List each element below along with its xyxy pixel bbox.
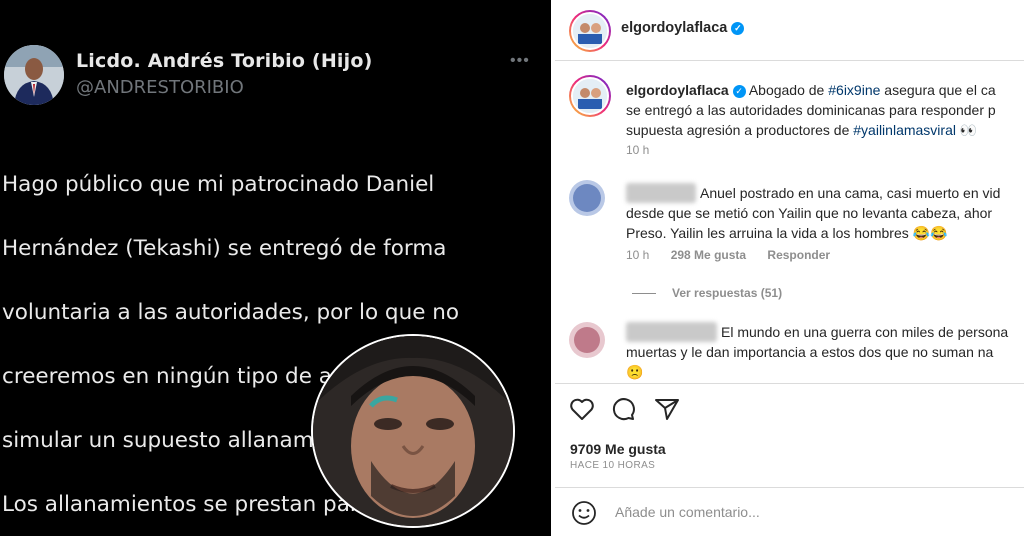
comment-line: Preso. Yailin les arruina la vida a los …: [626, 225, 948, 241]
commenter-avatar[interactable]: [569, 180, 605, 216]
header-divider: [555, 60, 1024, 61]
comment-line: desde que se metió con Yailin que no lev…: [626, 205, 993, 221]
comment-text: xxxxxxxxxxxxxEl mundo en una guerra con …: [626, 322, 1024, 382]
caption-text: se entregó a las autoridades dominicanas…: [626, 102, 996, 118]
caption-text: Abogado de: [748, 82, 825, 98]
tweet-panel: Licdo. Andrés Toribio (Hijo) @ANDRESTORI…: [0, 0, 551, 536]
instagram-post-panel: elgordoylaflaca ✓ elgordoylaflaca ✓ Abogad…: [555, 0, 1024, 536]
caption-text: supuesta agresión a productores de: [626, 122, 850, 138]
like-heart-icon[interactable]: [569, 397, 595, 421]
caption-timestamp[interactable]: 10 h: [626, 143, 649, 157]
hashtag-link[interactable]: #6ix9ine: [828, 82, 880, 98]
comment-timestamp[interactable]: 10 h: [626, 248, 649, 262]
tweet-text-line: Hago público que mi patrocinado Daniel: [2, 172, 435, 197]
comment-meta: 10 h 298 Me gusta Responder: [626, 248, 848, 262]
tweet-text-line: voluntaria a las autoridades, por lo que…: [2, 300, 460, 325]
comment-line: El mundo en una guerra con miles de pers…: [721, 324, 1009, 340]
more-options-icon[interactable]: •••: [510, 52, 530, 70]
commenter-avatar[interactable]: [569, 322, 605, 358]
comment-line: Anuel postrado en una cama, casi muerto …: [700, 185, 1001, 201]
comment-line: 🙁: [626, 364, 644, 380]
caption-username[interactable]: elgordoylaflaca: [626, 82, 729, 98]
post-timestamp: HACE 10 HORAS: [570, 460, 656, 471]
share-send-icon[interactable]: [654, 397, 680, 421]
account-avatar[interactable]: [569, 10, 611, 52]
comment-text: xxxxxxxxxxAnuel postrado en una cama, ca…: [626, 183, 1024, 243]
post-actions: [569, 397, 692, 426]
comment-bubble-icon[interactable]: [611, 397, 637, 421]
verified-badge-icon: ✓: [732, 85, 746, 98]
add-comment-input[interactable]: Añade un comentario...: [615, 504, 760, 520]
view-replies-label[interactable]: Ver respuestas (51): [672, 286, 782, 300]
tweet-author-name[interactable]: Licdo. Andrés Toribio (Hijo): [76, 50, 372, 72]
hashtag-link[interactable]: #yailinlamasviral: [853, 122, 956, 138]
reply-button[interactable]: Responder: [767, 248, 830, 262]
tweet-author-handle[interactable]: @ANDRESTORIBIO: [76, 77, 244, 98]
tweet-author-avatar[interactable]: [4, 45, 64, 105]
comment-likes[interactable]: 298 Me gusta: [671, 248, 746, 262]
post-likes-count[interactable]: 9709 Me gusta: [570, 441, 666, 457]
comment-box-divider: [555, 487, 1024, 488]
caption-emoji: 👀: [959, 122, 978, 138]
comment-line: muertas y le dan importancia a estos dos…: [626, 344, 994, 360]
inset-portrait-photo: [311, 334, 515, 528]
tweet-text-line: Hernández (Tekashi) se entregó de forma: [2, 236, 447, 261]
replies-line: [632, 293, 656, 295]
account-username[interactable]: elgordoylaflaca ✓: [621, 20, 745, 36]
commenter-username-blurred[interactable]: xxxxxxxxxxxxx: [626, 322, 717, 342]
caption-author-avatar[interactable]: [569, 75, 611, 117]
view-replies-button[interactable]: Ver respuestas (51): [632, 286, 782, 300]
account-username-text[interactable]: elgordoylaflaca: [621, 20, 727, 36]
post-caption: elgordoylaflaca ✓ Abogado de #6ix9ine ase…: [626, 80, 1024, 140]
commenter-username-blurred[interactable]: xxxxxxxxxx: [626, 183, 696, 203]
emoji-picker-icon[interactable]: [571, 500, 597, 531]
actions-divider: [555, 383, 1024, 384]
caption-text: asegura que el ca: [884, 82, 996, 98]
verified-badge-icon: ✓: [731, 22, 745, 35]
